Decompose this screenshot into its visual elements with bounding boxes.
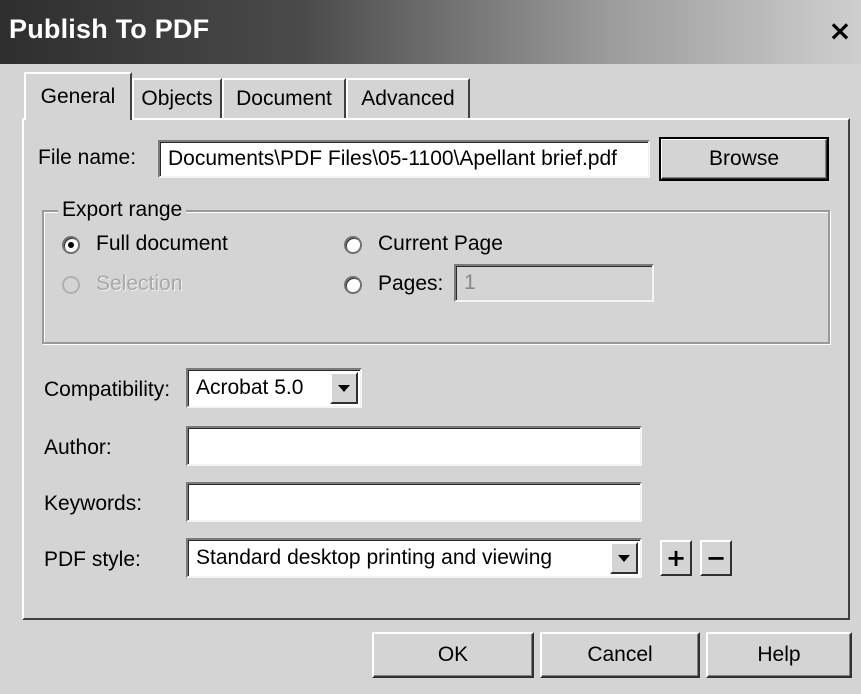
remove-style-button[interactable]: −: [700, 540, 732, 576]
chevron-down-icon[interactable]: [610, 542, 638, 574]
window-title: Publish To PDF: [9, 14, 210, 44]
export-range-title: Export range: [58, 198, 187, 222]
keywords-label: Keywords:: [44, 492, 143, 515]
author-label: Author:: [44, 436, 112, 459]
compatibility-label: Compatibility:: [44, 378, 171, 401]
compatibility-value: Acrobat 5.0: [196, 376, 304, 399]
author-input[interactable]: [186, 426, 642, 466]
browse-button[interactable]: Browse: [659, 137, 829, 181]
tab-document[interactable]: Document: [222, 78, 346, 118]
pages-radio[interactable]: [344, 276, 362, 294]
current-page-label: Current Page: [378, 232, 503, 255]
pdf-style-label: PDF style:: [44, 548, 141, 571]
pdf-style-select[interactable]: Standard desktop printing and viewing: [186, 538, 642, 578]
chevron-down-icon[interactable]: [330, 372, 358, 404]
publish-to-pdf-dialog: Publish To PDF × General Objects Documen…: [0, 0, 861, 694]
add-style-button[interactable]: +: [660, 540, 692, 576]
cancel-button[interactable]: Cancel: [540, 632, 700, 678]
close-icon[interactable]: ×: [825, 14, 855, 48]
compatibility-select[interactable]: Acrobat 5.0: [186, 368, 362, 408]
pages-input[interactable]: [454, 264, 654, 302]
file-name-input[interactable]: [158, 140, 650, 178]
tab-general[interactable]: General: [24, 72, 132, 120]
keywords-input[interactable]: [186, 482, 642, 522]
tab-advanced[interactable]: Advanced: [346, 78, 470, 118]
tab-objects[interactable]: Objects: [132, 78, 222, 118]
file-name-label: File name:: [38, 146, 137, 169]
full-document-label: Full document: [96, 232, 228, 255]
pages-label: Pages:: [378, 272, 444, 295]
selection-label: Selection: [96, 272, 183, 295]
title-bar[interactable]: Publish To PDF ×: [0, 0, 861, 64]
help-button[interactable]: Help: [706, 632, 852, 678]
full-document-radio[interactable]: [62, 236, 80, 254]
selection-radio[interactable]: [62, 276, 80, 294]
pdf-style-value: Standard desktop printing and viewing: [196, 546, 553, 569]
ok-button[interactable]: OK: [372, 632, 534, 678]
current-page-radio[interactable]: [344, 236, 362, 254]
